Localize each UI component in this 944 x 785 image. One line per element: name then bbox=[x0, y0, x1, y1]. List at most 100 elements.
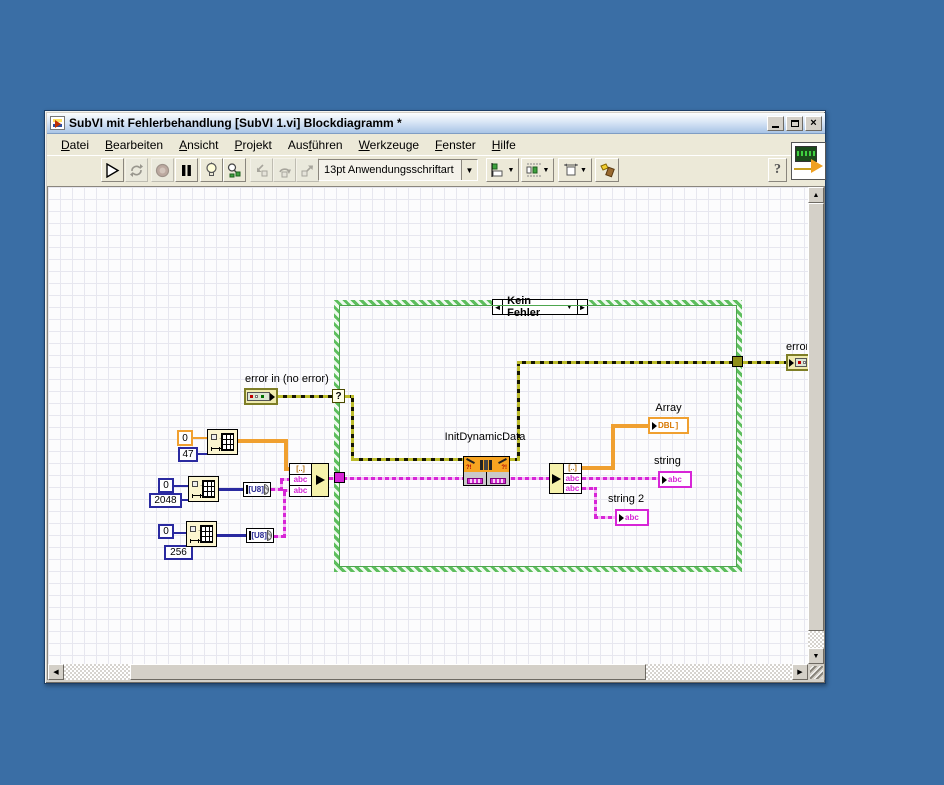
byte-array-to-string-node-2[interactable]: [U8] bbox=[246, 528, 274, 543]
constant-dbl-0[interactable]: 0 bbox=[177, 430, 193, 446]
u8-label: [U8] bbox=[248, 484, 264, 494]
font-selector-dropdown-icon[interactable]: ▼ bbox=[461, 160, 477, 180]
wire-error-seg7[interactable] bbox=[517, 361, 735, 364]
indicator-arrow-icon bbox=[662, 475, 667, 484]
constant-int-0b[interactable]: 0 bbox=[158, 478, 174, 493]
wire-int-47[interactable] bbox=[197, 453, 207, 455]
dynamic-data-terminal-icon bbox=[490, 478, 506, 484]
menu-item-datei[interactable]: Datei bbox=[53, 136, 97, 154]
menu-item-projekt[interactable]: Projekt bbox=[226, 136, 279, 154]
wire-dbl-array2[interactable] bbox=[284, 439, 288, 470]
scroll-down-button[interactable]: ▼ bbox=[808, 648, 824, 664]
cleanup-diagram-button[interactable] bbox=[595, 158, 619, 182]
constant-int-0c[interactable]: 0 bbox=[158, 524, 174, 539]
constant-int-47[interactable]: 47 bbox=[178, 447, 198, 462]
title-bar[interactable]: SubVI mit Fehlerbehandlung [SubVI 1.vi] … bbox=[47, 113, 825, 134]
case-selector-label[interactable]: ◄ Kein Fehler ▼ ► bbox=[492, 295, 588, 319]
maximize-button[interactable] bbox=[786, 115, 803, 131]
case-name[interactable]: Kein Fehler ▼ bbox=[503, 295, 577, 319]
menu-item-hilfe[interactable]: Hilfe bbox=[484, 136, 524, 154]
initialize-array-node-2[interactable]: → bbox=[188, 476, 219, 502]
wire-error-out[interactable] bbox=[743, 361, 787, 364]
array-grid-icon bbox=[221, 433, 234, 451]
tunnel-error-out[interactable] bbox=[732, 356, 743, 367]
wire-string-u8a-in[interactable] bbox=[280, 478, 289, 481]
pause-button[interactable] bbox=[175, 158, 198, 182]
vscroll-thumb[interactable] bbox=[808, 203, 824, 631]
align-objects-button[interactable]: ▼ bbox=[486, 158, 519, 182]
indicator-arrow-icon bbox=[789, 358, 794, 367]
wire-string2-seg3[interactable] bbox=[594, 516, 615, 519]
wire-string2-seg2[interactable] bbox=[594, 487, 597, 518]
case-prev-button[interactable]: ◄ bbox=[493, 300, 504, 314]
wire-dbl-const[interactable] bbox=[192, 437, 207, 439]
init-dynamic-data-node[interactable]: ?! ?! bbox=[463, 456, 510, 486]
wire-u8array-1[interactable] bbox=[219, 488, 243, 491]
hscroll-thumb[interactable] bbox=[130, 664, 646, 680]
wire-error-seg6[interactable] bbox=[517, 361, 520, 461]
step-into-button[interactable] bbox=[250, 158, 273, 182]
wire-error-seg4[interactable] bbox=[354, 458, 463, 461]
array-grid-icon bbox=[202, 480, 215, 498]
wire-error-in[interactable] bbox=[278, 395, 334, 398]
wire-int-2048[interactable] bbox=[181, 499, 188, 501]
unbundle-node[interactable]: [..] abc abc bbox=[549, 463, 582, 494]
initialize-array-node-1[interactable]: → bbox=[207, 429, 238, 455]
unbundle-arrow-icon bbox=[552, 473, 561, 484]
right-arrow-icon: ▶ bbox=[797, 669, 803, 676]
constant-int-2048[interactable]: 2048 bbox=[149, 493, 182, 508]
run-continuous-button[interactable] bbox=[125, 158, 148, 182]
wire-array-out2[interactable] bbox=[611, 424, 615, 470]
initialize-array-node-3[interactable]: → bbox=[186, 521, 217, 547]
distribute-objects-button[interactable]: ▼ bbox=[521, 158, 554, 182]
font-selector[interactable]: 13pt Anwendungsschriftart ▼ bbox=[318, 159, 478, 181]
wire-string-main[interactable] bbox=[329, 477, 549, 480]
string2-indicator[interactable]: abc bbox=[615, 509, 649, 526]
wire-array-out3[interactable] bbox=[611, 424, 648, 428]
wire-int-0c[interactable] bbox=[173, 532, 186, 534]
minimize-button[interactable] bbox=[767, 115, 784, 131]
horizontal-scrollbar[interactable]: ◀ ▶ bbox=[48, 664, 808, 680]
case-name-text: Kein Fehler bbox=[507, 295, 541, 319]
abort-button[interactable] bbox=[151, 158, 174, 182]
wire-string-u8b-v[interactable] bbox=[283, 489, 286, 538]
menu-item-bearbeiten[interactable]: Bearbeiten bbox=[97, 136, 171, 154]
wire-int-0b[interactable] bbox=[173, 485, 188, 487]
step-out-button[interactable] bbox=[296, 158, 319, 182]
bundle-node[interactable]: [..] abc abc bbox=[289, 463, 329, 497]
menu-item-ansicht[interactable]: Ansicht bbox=[171, 136, 226, 154]
wire-string-out[interactable] bbox=[582, 477, 658, 480]
scroll-up-button[interactable]: ▲ bbox=[808, 187, 824, 203]
close-button[interactable]: × bbox=[805, 115, 822, 131]
case-selector-terminal[interactable]: ? bbox=[332, 389, 345, 403]
byte-array-to-string-node-1[interactable]: [U8] bbox=[243, 482, 271, 497]
case-next-button[interactable]: ► bbox=[576, 300, 587, 314]
step-over-button[interactable] bbox=[273, 158, 296, 182]
menu-item-fenster[interactable]: Fenster bbox=[427, 136, 484, 154]
initdd-arrow-icon bbox=[498, 458, 507, 464]
retain-wire-values-button[interactable] bbox=[223, 158, 246, 182]
menu-item-ausfhren[interactable]: Ausführen bbox=[280, 136, 351, 154]
highlight-execution-button[interactable] bbox=[200, 158, 223, 182]
vi-icon-pane[interactable] bbox=[791, 142, 826, 180]
element-icon bbox=[192, 481, 198, 487]
wire-u8array-2[interactable] bbox=[217, 534, 246, 537]
lightbulb-icon bbox=[206, 162, 217, 176]
wire-dbl-array1[interactable] bbox=[238, 439, 288, 443]
scroll-right-button[interactable]: ▶ bbox=[792, 664, 808, 680]
constant-int-256[interactable]: 256 bbox=[164, 545, 193, 560]
resize-objects-button[interactable]: ▼ bbox=[558, 158, 592, 182]
help-button[interactable]: ? bbox=[768, 158, 787, 182]
string-indicator[interactable]: abc bbox=[658, 471, 692, 488]
scroll-left-button[interactable]: ◀ bbox=[48, 664, 64, 680]
error-in-terminal[interactable] bbox=[244, 388, 278, 405]
run-button[interactable] bbox=[101, 158, 124, 182]
vertical-scrollbar[interactable]: ▲ ▼ bbox=[808, 187, 824, 664]
array-indicator[interactable]: DBL] bbox=[648, 417, 689, 434]
wire-error-seg3[interactable] bbox=[351, 395, 354, 461]
block-diagram-canvas[interactable]: ◄ Kein Fehler ▼ ► ? 0 47 0 2048 [U8] 0 2… bbox=[48, 187, 808, 664]
resize-grip[interactable] bbox=[808, 664, 824, 680]
menu-item-werkzeuge[interactable]: Werkzeuge bbox=[351, 136, 427, 154]
tunnel-string-in[interactable] bbox=[334, 472, 345, 483]
error-out-indicator[interactable] bbox=[786, 354, 808, 371]
